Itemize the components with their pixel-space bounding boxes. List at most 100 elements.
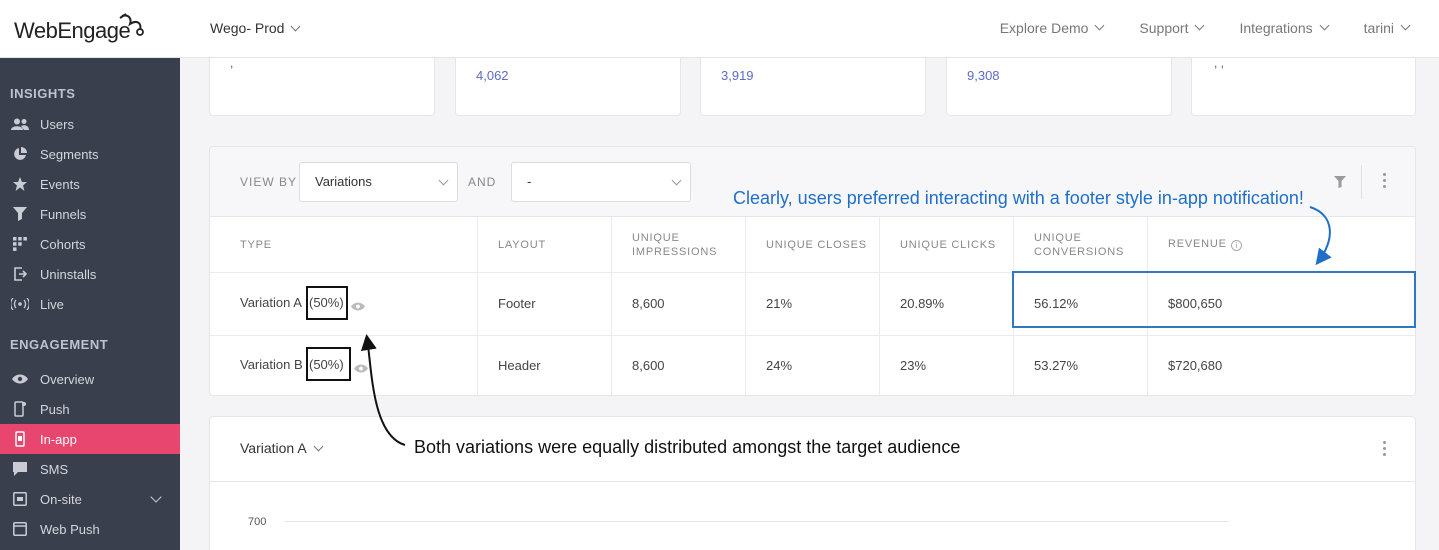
sidebar: INSIGHTS Users Segments Events Funnels C… xyxy=(0,58,180,550)
sidebar-item-funnels[interactable]: Funnels xyxy=(0,199,180,229)
nav-explore-demo[interactable]: Explore Demo xyxy=(1000,20,1105,36)
column-divider xyxy=(611,217,612,397)
sidebar-item-sms[interactable]: SMS xyxy=(0,454,180,484)
sidebar-item-on-site[interactable]: On-site xyxy=(0,484,180,514)
logo-text: WebEngage xyxy=(14,18,131,43)
secondary-select[interactable]: - xyxy=(511,162,691,202)
divider xyxy=(1361,165,1362,199)
header-impressions[interactable]: UNIQUE IMPRESSIONS xyxy=(632,231,732,259)
nav-support[interactable]: Support xyxy=(1139,20,1205,36)
header-layout[interactable]: LAYOUT xyxy=(498,238,546,252)
sidebar-item-in-app[interactable]: In-app xyxy=(0,424,180,454)
sidebar-item-push[interactable]: Push xyxy=(0,394,180,424)
project-name: Wego- Prod xyxy=(210,20,285,36)
info-icon[interactable]: i xyxy=(1230,240,1242,251)
sidebar-item-cohorts[interactable]: Cohorts xyxy=(0,229,180,259)
conversion-highlight-box xyxy=(1012,271,1416,328)
eye-icon[interactable] xyxy=(354,360,368,378)
summary-card: , , xyxy=(1191,56,1416,116)
variation-a-name: Variation A xyxy=(240,295,302,310)
header-closes[interactable]: UNIQUE CLOSES xyxy=(766,238,867,252)
variation-a-impressions: 8,600 xyxy=(632,296,665,311)
eye-icon[interactable] xyxy=(351,298,365,316)
variation-b-impressions: 8,600 xyxy=(632,358,665,373)
section-title-engagement: ENGAGEMENT xyxy=(10,337,109,352)
row-divider xyxy=(210,335,1415,336)
nav-integrations[interactable]: Integrations xyxy=(1239,20,1330,36)
broadcast-icon xyxy=(10,297,30,311)
chart-gridline xyxy=(285,521,1229,522)
chevron-down-icon xyxy=(291,21,301,32)
and-label: AND xyxy=(468,175,497,189)
web-push-icon xyxy=(10,522,30,536)
webengage-logo[interactable]: WebEngage xyxy=(14,12,144,44)
column-divider xyxy=(879,217,880,397)
eye-icon xyxy=(10,372,30,386)
variation-b-clicks: 23% xyxy=(900,358,927,373)
column-divider xyxy=(477,217,478,397)
card-fragment: , , xyxy=(1214,56,1225,70)
nav-user-menu[interactable]: tarini xyxy=(1364,20,1411,36)
chevron-down-icon xyxy=(1400,20,1411,30)
sidebar-item-uninstalls[interactable]: Uninstalls xyxy=(0,259,180,289)
logo-mark-icon xyxy=(119,13,144,36)
users-icon xyxy=(10,117,30,131)
chevron-down-icon[interactable] xyxy=(150,491,162,503)
chevron-down-icon xyxy=(313,441,324,452)
card-fragment: , xyxy=(230,56,234,70)
chevron-down-icon xyxy=(1195,20,1205,30)
card-value[interactable]: 4,062 xyxy=(476,68,509,83)
chevron-down-icon xyxy=(438,175,449,186)
sidebar-item-live[interactable]: Live xyxy=(0,289,180,319)
column-divider xyxy=(745,217,746,397)
variation-b-conversions: 53.27% xyxy=(1034,358,1079,373)
summary-card: 4,062 xyxy=(455,58,681,116)
variation-b-closes: 24% xyxy=(766,358,793,373)
more-options-icon[interactable] xyxy=(1383,441,1387,459)
project-selector[interactable]: Wego- Prod xyxy=(210,20,301,36)
chevron-down-icon xyxy=(1319,20,1330,30)
card-value[interactable]: 3,919 xyxy=(721,68,754,83)
view-by-select[interactable]: Variations xyxy=(299,162,458,202)
exit-icon xyxy=(10,267,30,281)
share-highlight-box xyxy=(306,286,348,320)
variation-b-name: Variation B xyxy=(240,357,303,372)
top-nav: Explore Demo Support Integrations tarini xyxy=(1000,20,1411,36)
card-value[interactable]: 9,308 xyxy=(967,68,1000,83)
view-by-label: VIEW BY xyxy=(240,175,298,189)
top-bar: WebEngage Wego- Prod Explore Demo Suppor… xyxy=(0,0,1439,58)
sidebar-item-users[interactable]: Users xyxy=(0,109,180,139)
variation-a-layout: Footer xyxy=(498,296,536,311)
variation-select[interactable]: Variation A xyxy=(240,440,324,456)
y-axis-tick: 700 xyxy=(248,516,267,528)
sidebar-item-web-push[interactable]: Web Push xyxy=(0,514,180,544)
message-icon xyxy=(10,462,30,476)
variation-b-layout: Header xyxy=(498,358,541,373)
header-revenue[interactable]: REVENUE i xyxy=(1168,237,1242,251)
summary-card: 9,308 xyxy=(946,58,1172,116)
sidebar-item-events[interactable]: Events xyxy=(0,169,180,199)
onsite-icon xyxy=(10,492,30,506)
grid-icon xyxy=(10,237,30,251)
chevron-down-icon xyxy=(671,175,682,186)
header-type[interactable]: TYPE xyxy=(240,238,272,252)
chevron-down-icon xyxy=(1094,20,1105,30)
star-icon xyxy=(10,177,30,191)
sidebar-item-overview[interactable]: Overview xyxy=(0,364,180,394)
summary-card: , xyxy=(209,56,435,116)
header-clicks[interactable]: UNIQUE CLICKS xyxy=(900,238,996,252)
annotation-footer-preference: Clearly, users preferred interacting wit… xyxy=(733,188,1304,208)
funnel-icon xyxy=(10,207,30,221)
variation-b-revenue: $720,680 xyxy=(1168,358,1223,373)
pie-chart-icon xyxy=(10,147,30,161)
header-conversions[interactable]: UNIQUE CONVERSIONS xyxy=(1034,231,1134,259)
sidebar-item-segments[interactable]: Segments xyxy=(0,139,180,169)
section-title-insights: INSIGHTS xyxy=(10,86,76,101)
summary-card: 3,919 xyxy=(700,58,926,116)
annotation-equal-distribution: Both variations were equally distributed… xyxy=(414,437,961,457)
variation-a-clicks: 20.89% xyxy=(900,296,945,311)
filter-icon[interactable] xyxy=(1334,175,1346,193)
variation-a-closes: 21% xyxy=(766,296,793,311)
more-options-icon[interactable] xyxy=(1383,173,1387,191)
mobile-icon xyxy=(10,401,30,417)
